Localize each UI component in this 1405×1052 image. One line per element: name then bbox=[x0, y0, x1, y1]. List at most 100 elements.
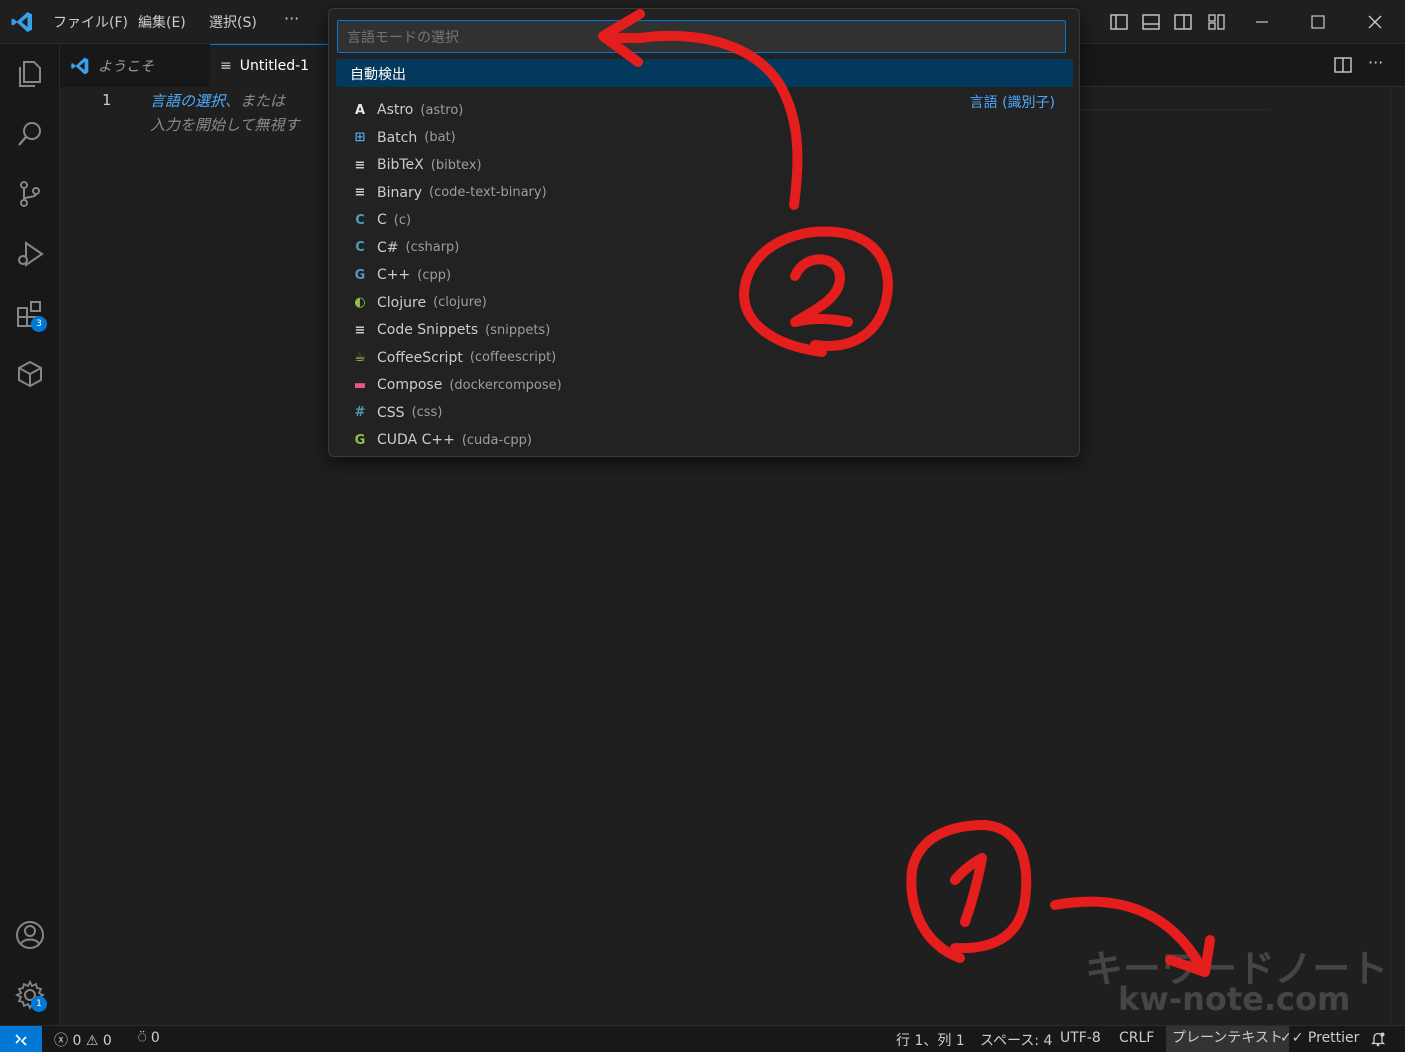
broadcast-icon: ⍥ bbox=[138, 1030, 147, 1046]
search-icon[interactable] bbox=[14, 118, 46, 150]
account-icon[interactable] bbox=[14, 919, 46, 951]
toggle-secondary-sidebar-icon[interactable] bbox=[1171, 10, 1195, 34]
split-editor-icon[interactable] bbox=[1334, 57, 1352, 73]
language-name: Batch bbox=[377, 129, 418, 146]
language-id: (coffeescript) bbox=[469, 350, 557, 365]
language-name: Binary bbox=[377, 184, 422, 201]
menu-edit[interactable]: 編集(E) bbox=[138, 12, 186, 32]
status-bar: ⓧ 0 ⚠ 0 ⍥ 0 行 1、列 1 スペース: 4 UTF-8 CRLF プ… bbox=[0, 1025, 1405, 1052]
extensions-badge: 3 bbox=[31, 316, 47, 332]
toggle-panel-icon[interactable] bbox=[1139, 10, 1163, 34]
auto-detect-option[interactable]: 自動検出 bbox=[336, 59, 1073, 87]
coffee-icon: ☕ bbox=[354, 350, 366, 365]
language-item[interactable]: ≡ Binary (code-text-binary) bbox=[351, 180, 547, 206]
language-item[interactable]: ≡ Code Snippets (snippets) bbox=[351, 317, 551, 343]
language-item[interactable]: ◆Dart(dart) bbox=[351, 455, 451, 457]
language-item[interactable]: ⊞ Batch (bat) bbox=[351, 125, 456, 151]
text-lines-icon: ≡ bbox=[220, 58, 232, 74]
customize-layout-icon[interactable] bbox=[1205, 10, 1229, 34]
line-number: 1 bbox=[102, 91, 112, 109]
vscode-logo-icon bbox=[11, 12, 32, 32]
remote-icon[interactable] bbox=[0, 1026, 42, 1052]
text-lines-icon: ≡ bbox=[354, 157, 366, 173]
watermark-line2: kw-note.com bbox=[1118, 980, 1351, 1018]
cursor-position[interactable]: 行 1、列 1 bbox=[896, 1030, 965, 1050]
language-id: (astro) bbox=[420, 102, 464, 118]
package-icon[interactable] bbox=[14, 358, 46, 390]
settings-badge: 1 bbox=[31, 996, 47, 1012]
explorer-icon[interactable] bbox=[14, 58, 46, 90]
notifications-bell-icon[interactable] bbox=[1370, 1031, 1386, 1047]
csharp-icon: C bbox=[355, 240, 365, 255]
scrollbar[interactable] bbox=[1390, 87, 1391, 1025]
language-id: (css) bbox=[411, 405, 443, 420]
indentation[interactable]: スペース: 4 bbox=[980, 1030, 1052, 1050]
ports-indicator[interactable]: ⍥ 0 bbox=[138, 1030, 160, 1046]
language-item[interactable]: # CSS (css) bbox=[351, 400, 443, 426]
tab-untitled[interactable]: ≡ Untitled-1 bbox=[210, 44, 330, 87]
run-debug-icon[interactable] bbox=[14, 238, 46, 270]
tab-label: ようこそ bbox=[98, 58, 154, 75]
language-id: (bat) bbox=[424, 130, 456, 145]
language-item[interactable]: G CUDA C++ (cuda-cpp) bbox=[351, 427, 532, 453]
double-check-icon: ✓✓ bbox=[1280, 1030, 1304, 1046]
vscode-tab-icon bbox=[71, 57, 89, 74]
language-quick-pick: 自動検出 言語 (識別子) A Astro (astro) ⊞ Batch (bat) ≡ B… bbox=[328, 8, 1080, 457]
clojure-icon: ◐ bbox=[354, 295, 366, 310]
maximize-icon[interactable] bbox=[1306, 10, 1330, 34]
language-name: C++ bbox=[377, 267, 411, 283]
tab-label: Untitled-1 bbox=[239, 58, 310, 74]
language-mode[interactable]: プレーンテキスト bbox=[1166, 1026, 1289, 1052]
select-language-link[interactable]: 言語の選択 bbox=[150, 92, 225, 110]
language-id: (cuda-cpp) bbox=[461, 432, 532, 448]
language-identifier-label: 言語 (識別子) bbox=[969, 95, 1055, 111]
language-name: BibTeX bbox=[377, 157, 424, 173]
minimize-icon[interactable] bbox=[1250, 10, 1274, 34]
cuda-icon: G bbox=[354, 432, 366, 448]
warning-icon: ⚠ bbox=[85, 1033, 99, 1049]
menu-select[interactable]: 選択(S) bbox=[209, 12, 257, 32]
language-item[interactable]: C C# (csharp) bbox=[351, 235, 459, 261]
hint-text: 、または bbox=[225, 92, 286, 110]
language-name: CSS bbox=[377, 404, 405, 421]
error-icon: ⓧ bbox=[54, 1033, 68, 1049]
language-name: CoffeeScript bbox=[377, 349, 463, 366]
language-name: Clojure bbox=[377, 294, 427, 311]
activity-bar: 3 1 bbox=[0, 44, 60, 1025]
language-item[interactable]: G C++ (cpp) bbox=[351, 262, 451, 288]
language-search-input[interactable] bbox=[337, 20, 1066, 53]
language-item[interactable]: ▬ Compose (dockercompose) bbox=[351, 372, 562, 398]
language-item[interactable]: ☕ CoffeeScript (coffeescript) bbox=[351, 345, 556, 371]
language-name: CUDA C++ bbox=[377, 432, 455, 448]
menu-more[interactable]: ··· bbox=[284, 9, 299, 28]
language-id: (bibtex) bbox=[430, 157, 482, 173]
source-control-icon[interactable] bbox=[14, 178, 46, 210]
language-item[interactable]: ◐ Clojure (clojure) bbox=[351, 290, 487, 316]
language-name: Compose bbox=[377, 377, 443, 393]
language-item[interactable]: A Astro (astro) bbox=[351, 97, 463, 123]
language-name: C# bbox=[377, 239, 399, 256]
hash-icon: # bbox=[354, 405, 366, 420]
language-name: C bbox=[377, 212, 387, 228]
language-item[interactable]: ≡ BibTeX (bibtex) bbox=[351, 152, 482, 178]
close-icon[interactable] bbox=[1363, 10, 1387, 34]
language-id: (c) bbox=[393, 212, 412, 228]
docker-icon: ▬ bbox=[353, 377, 367, 393]
language-id: (clojure) bbox=[433, 295, 487, 310]
menu-file[interactable]: ファイル(F) bbox=[53, 12, 128, 32]
language-id: (dockercompose) bbox=[449, 377, 562, 393]
language-item[interactable]: C C (c) bbox=[351, 207, 411, 233]
error-count: 0 bbox=[72, 1033, 82, 1049]
encoding[interactable]: UTF-8 bbox=[1060, 1030, 1101, 1046]
formatter-label: Prettier bbox=[1307, 1030, 1360, 1046]
cursor-line bbox=[1080, 109, 1270, 110]
prettier-status[interactable]: ✓✓ Prettier bbox=[1280, 1030, 1359, 1046]
toggle-sidebar-icon[interactable] bbox=[1107, 10, 1131, 34]
ports-count: 0 bbox=[150, 1030, 160, 1046]
text-lines-icon: ≡ bbox=[354, 322, 366, 338]
end-of-line[interactable]: CRLF bbox=[1119, 1030, 1154, 1046]
tab-welcome[interactable]: ようこそ bbox=[60, 44, 210, 87]
more-actions-icon[interactable]: ··· bbox=[1368, 53, 1383, 72]
windows-icon: ⊞ bbox=[354, 130, 366, 145]
problems-indicator[interactable]: ⓧ 0 ⚠ 0 bbox=[54, 1030, 112, 1050]
